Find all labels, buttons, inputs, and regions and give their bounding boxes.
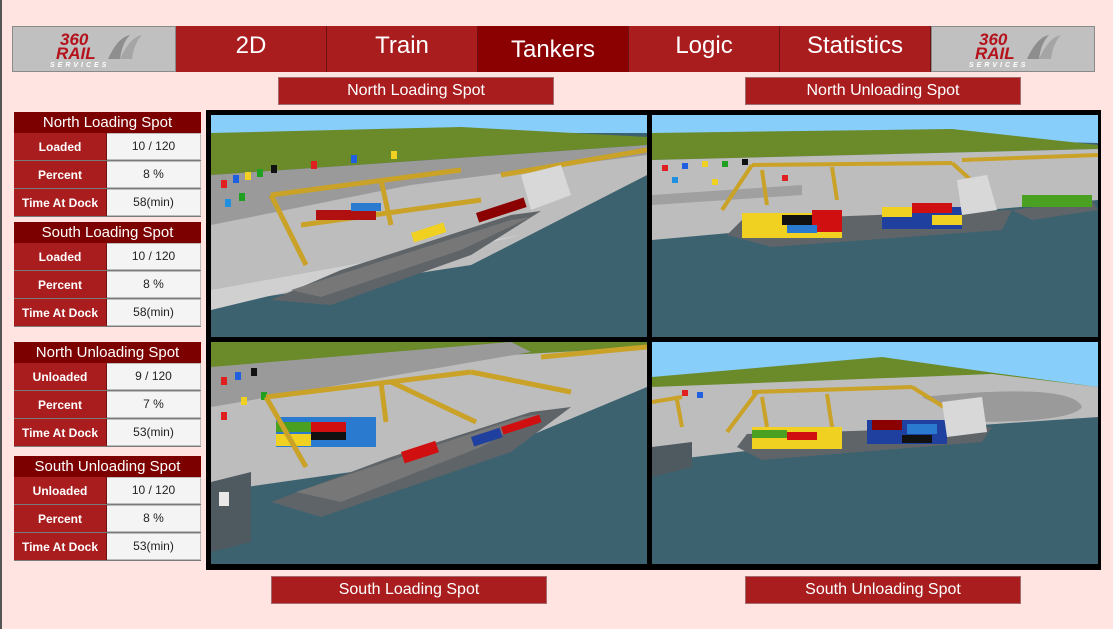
stat-value: 8 %	[107, 161, 201, 188]
tab-tankers[interactable]: Tankers	[478, 26, 629, 72]
stat-row-time-at-dock: Time At Dock 58(min)	[14, 189, 201, 217]
stat-value: 58(min)	[107, 299, 201, 326]
stat-label: Percent	[14, 505, 107, 532]
stat-label: Time At Dock	[14, 533, 107, 560]
stat-label: Unloaded	[14, 363, 107, 390]
north-unloading-stats-panel: North Unloading Spot Unloaded 9 / 120 Pe…	[14, 342, 201, 447]
stat-row-time-at-dock: Time At Dock 53(min)	[14, 419, 201, 447]
stat-label: Unloaded	[14, 477, 107, 504]
stat-row-unloaded: Unloaded 9 / 120	[14, 363, 201, 391]
svg-text:SERVICES: SERVICES	[50, 62, 109, 69]
stat-row-loaded: Loaded 10 / 120	[14, 133, 201, 161]
south-unloading-stats-panel: South Unloading Spot Unloaded 10 / 120 P…	[14, 456, 201, 561]
rail-logo-icon: 360 RAIL SERVICES	[969, 30, 1061, 69]
stat-row-percent: Percent 7 %	[14, 391, 201, 419]
stat-value: 58(min)	[107, 189, 201, 216]
top-nav: 360 RAIL SERVICES 2D Train Tankers Logic…	[12, 26, 1103, 72]
stat-label: Percent	[14, 391, 107, 418]
tab-train[interactable]: Train	[327, 26, 478, 72]
port-scene-image	[652, 342, 1098, 564]
panel-title: South Loading Spot	[14, 222, 201, 243]
stat-row-percent: Percent 8 %	[14, 161, 201, 189]
stat-row-time-at-dock: Time At Dock 58(min)	[14, 299, 201, 327]
stat-value: 9 / 120	[107, 363, 201, 390]
stat-label: Time At Dock	[14, 189, 107, 216]
logo-left: 360 RAIL SERVICES	[12, 26, 176, 72]
panel-title: South Unloading Spot	[14, 456, 201, 477]
svg-text:RAIL: RAIL	[975, 44, 1015, 63]
port-scene-image	[211, 342, 647, 564]
port-scene-image	[652, 115, 1098, 337]
north-loading-stats-panel: North Loading Spot Loaded 10 / 120 Perce…	[14, 112, 201, 217]
stat-value: 8 %	[107, 271, 201, 298]
stat-value: 7 %	[107, 391, 201, 418]
port-scene-image	[211, 115, 647, 337]
stat-value: 10 / 120	[107, 133, 201, 160]
stat-label: Percent	[14, 161, 107, 188]
south-unloading-view-button[interactable]: South Unloading Spot	[745, 576, 1021, 604]
south-loading-view[interactable]	[211, 342, 647, 564]
north-unloading-view-button[interactable]: North Unloading Spot	[745, 77, 1021, 105]
panel-title: North Loading Spot	[14, 112, 201, 133]
tab-logic[interactable]: Logic	[629, 26, 780, 72]
stat-label: Time At Dock	[14, 419, 107, 446]
stat-value: 53(min)	[107, 533, 201, 560]
stat-row-loaded: Loaded 10 / 120	[14, 243, 201, 271]
stat-value: 53(min)	[107, 419, 201, 446]
stat-label: Percent	[14, 271, 107, 298]
svg-text:SERVICES: SERVICES	[969, 62, 1028, 69]
tab-2d[interactable]: 2D	[176, 26, 327, 72]
rail-logo-icon: 360 RAIL SERVICES	[50, 30, 142, 69]
logo-right: 360 RAIL SERVICES	[931, 26, 1095, 72]
north-loading-view-button[interactable]: North Loading Spot	[278, 77, 554, 105]
stat-label: Loaded	[14, 243, 107, 270]
south-loading-view-button[interactable]: South Loading Spot	[271, 576, 547, 604]
tab-statistics[interactable]: Statistics	[780, 26, 931, 72]
panel-title: North Unloading Spot	[14, 342, 201, 363]
stat-row-percent: Percent 8 %	[14, 271, 201, 299]
stat-value: 10 / 120	[107, 477, 201, 504]
south-loading-stats-panel: South Loading Spot Loaded 10 / 120 Perce…	[14, 222, 201, 327]
stat-label: Loaded	[14, 133, 107, 160]
stat-row-time-at-dock: Time At Dock 53(min)	[14, 533, 201, 561]
stat-value: 8 %	[107, 505, 201, 532]
viewport-grid	[206, 110, 1101, 570]
stat-value: 10 / 120	[107, 243, 201, 270]
north-loading-view[interactable]	[211, 115, 647, 337]
stat-row-percent: Percent 8 %	[14, 505, 201, 533]
stat-row-unloaded: Unloaded 10 / 120	[14, 477, 201, 505]
south-unloading-view[interactable]	[652, 342, 1098, 564]
svg-text:RAIL: RAIL	[56, 44, 96, 63]
stat-label: Time At Dock	[14, 299, 107, 326]
north-unloading-view[interactable]	[652, 115, 1098, 337]
